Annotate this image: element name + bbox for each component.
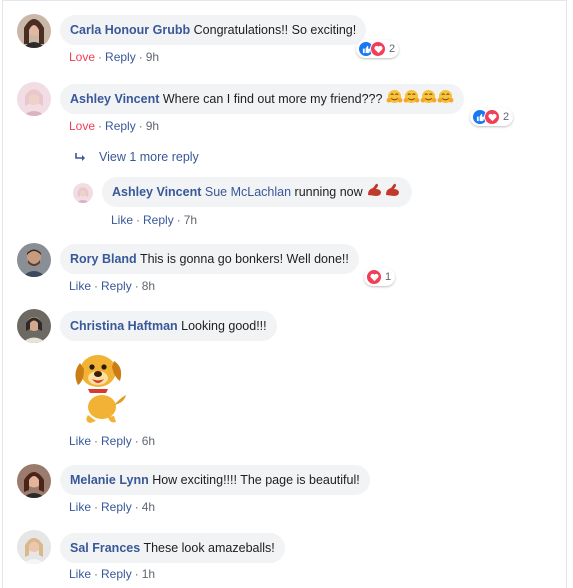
- love-reaction-link[interactable]: Love: [69, 50, 95, 64]
- reply-link[interactable]: Reply: [101, 279, 132, 293]
- comment-actions: Love · Reply · 9h: [69, 50, 160, 64]
- reaction-count: 1: [385, 271, 392, 283]
- reply-link[interactable]: Reply: [101, 567, 132, 581]
- view-more-replies-link[interactable]: View 1 more reply: [75, 150, 199, 165]
- comment-bubble: Rory Bland This is gonna go bonkers! Wel…: [60, 244, 359, 274]
- comment-bubble: Ashley Vincent Where can I find out more…: [60, 84, 464, 114]
- comment-author[interactable]: Carla Honour Grubb: [70, 23, 190, 37]
- view-more-replies-label: View 1 more reply: [99, 150, 199, 164]
- comment-time[interactable]: 1h: [142, 567, 155, 581]
- hug-emoji-icon: [420, 85, 437, 115]
- hug-emoji-icon: [403, 85, 420, 115]
- comment-author[interactable]: Christina Haftman: [70, 319, 178, 333]
- comment-actions: Like · Reply · 6h: [69, 434, 156, 448]
- reply-link[interactable]: Reply: [143, 213, 174, 227]
- comment-author[interactable]: Ashley Vincent: [70, 92, 159, 106]
- reaction-summary[interactable]: 2: [470, 108, 514, 126]
- comment-text: Looking good!!!: [181, 319, 267, 333]
- comment-time[interactable]: 9h: [146, 119, 159, 133]
- like-link[interactable]: Like: [111, 213, 133, 227]
- comment-bubble: Ashley Vincent Sue McLachlan running now: [102, 177, 413, 208]
- avatar[interactable]: [17, 82, 51, 116]
- love-reaction-icon: [366, 269, 382, 285]
- comment-time[interactable]: 9h: [146, 50, 159, 64]
- avatar[interactable]: [17, 464, 51, 498]
- comment-bubble: Christina Haftman Looking good!!!: [60, 311, 277, 341]
- flexed-arm-emoji-icon: [366, 178, 384, 208]
- reply-link[interactable]: Reply: [101, 434, 132, 448]
- like-link[interactable]: Like: [69, 434, 91, 448]
- comment-text: How exciting!!!! The page is beautiful!: [152, 473, 360, 487]
- comment-actions: Like · Reply · 7h: [111, 213, 198, 227]
- avatar[interactable]: [17, 243, 51, 277]
- love-reaction-link[interactable]: Love: [69, 119, 95, 133]
- comment-author[interactable]: Melanie Lynn: [70, 473, 149, 487]
- comment-author[interactable]: Ashley Vincent: [112, 185, 201, 199]
- comment-time[interactable]: 7h: [184, 213, 197, 227]
- like-link[interactable]: Like: [69, 279, 91, 293]
- avatar[interactable]: [17, 14, 51, 48]
- reply-link[interactable]: Reply: [101, 500, 132, 514]
- reaction-summary[interactable]: 2: [356, 40, 400, 58]
- comment-text: Congratulations!! So exciting!: [193, 23, 357, 37]
- comment-author[interactable]: Sal Frances: [70, 541, 140, 555]
- comment-actions: Like · Reply · 8h: [69, 279, 156, 293]
- avatar[interactable]: [17, 309, 51, 343]
- comment-bubble: Carla Honour Grubb Congratulations!! So …: [60, 15, 367, 45]
- comment-text: running now: [294, 185, 363, 199]
- comment-time[interactable]: 8h: [142, 279, 155, 293]
- comment-time[interactable]: 4h: [142, 500, 155, 514]
- avatar[interactable]: [73, 183, 93, 203]
- avatar[interactable]: [17, 530, 51, 564]
- reply-link[interactable]: Reply: [105, 119, 136, 133]
- reply-arrow-icon: [75, 151, 89, 165]
- hug-emoji-icon: [386, 85, 403, 115]
- comment-bubble: Melanie Lynn How exciting!!!! The page i…: [60, 465, 370, 495]
- reaction-count: 2: [389, 43, 396, 55]
- comment-text: These look amazeballs!: [143, 541, 275, 555]
- mention-link[interactable]: Sue McLachlan: [205, 185, 291, 199]
- comment-actions: Like · Reply · 4h: [69, 500, 156, 514]
- reaction-count: 2: [503, 111, 510, 123]
- comment-actions: Like · Reply · 1h: [69, 567, 156, 581]
- reply-link[interactable]: Reply: [105, 50, 136, 64]
- comment-bubble: Sal Frances These look amazeballs!: [60, 533, 285, 563]
- comment-actions: Love · Reply · 9h: [69, 119, 160, 133]
- like-link[interactable]: Like: [69, 567, 91, 581]
- flexed-arm-emoji-icon: [384, 178, 402, 208]
- like-link[interactable]: Like: [69, 500, 91, 514]
- love-reaction-icon: [370, 41, 386, 57]
- comment-text: Where can I find out more my friend???: [162, 92, 383, 106]
- comment-text: This is gonna go bonkers! Well done!!: [139, 252, 349, 266]
- reaction-summary[interactable]: 1: [364, 268, 396, 286]
- love-reaction-icon: [484, 109, 500, 125]
- comment-time[interactable]: 6h: [142, 434, 155, 448]
- comment-author[interactable]: Rory Bland: [70, 252, 137, 266]
- hug-emoji-icon: [437, 85, 454, 115]
- dog-sticker[interactable]: [68, 345, 130, 425]
